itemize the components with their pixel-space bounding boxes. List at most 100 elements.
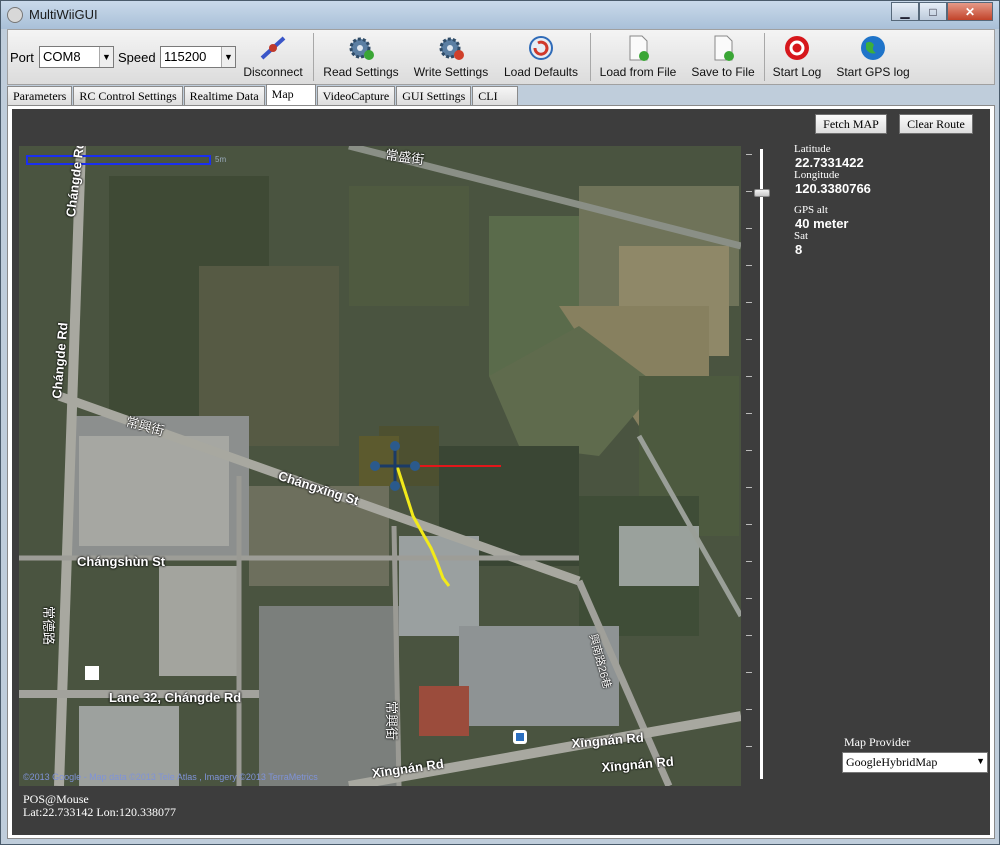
zoom-slider-tick bbox=[746, 487, 752, 488]
sat-label: Sat bbox=[794, 230, 809, 242]
start-gps-log-label: Start GPS log bbox=[836, 65, 910, 79]
zoom-slider-tick bbox=[746, 746, 752, 747]
road-label-changxing-cn-2: 常興街 bbox=[384, 701, 399, 741]
disconnect-plug-icon bbox=[260, 36, 286, 60]
mouse-position-readout: POS@Mouse Lat:22.733142 Lon:120.338077 bbox=[23, 793, 176, 819]
satellite-map[interactable]: 5m Chángde Rd Chángde Rd Chángxīng St 常興… bbox=[19, 146, 741, 786]
zoom-slider-tick bbox=[746, 265, 752, 266]
load-defaults-button[interactable]: Load Defaults bbox=[500, 32, 582, 84]
map-provider-select[interactable]: GoogleHybridMap ▼ bbox=[842, 752, 988, 773]
tab-parameters[interactable]: Parameters bbox=[7, 86, 73, 105]
save-to-file-label: Save to File bbox=[691, 65, 755, 79]
main-window: MultiWiiGUI ▁ □ ✕ Port COM8 ▼ Speed 1152… bbox=[0, 0, 1000, 845]
zoom-slider-tick bbox=[746, 413, 752, 414]
disconnect-button[interactable]: Disconnect bbox=[242, 32, 304, 84]
gear-upload-icon bbox=[439, 37, 464, 60]
chevron-down-icon: ▼ bbox=[99, 47, 113, 67]
mouse-position-value: Lat:22.733142 Lon:120.338077 bbox=[23, 805, 176, 819]
clear-route-button[interactable]: Clear Route bbox=[899, 114, 973, 134]
map-scale-bar bbox=[26, 155, 211, 165]
fetch-map-button[interactable]: Fetch MAP bbox=[815, 114, 887, 134]
tab-map[interactable]: Map bbox=[265, 84, 316, 105]
record-icon bbox=[785, 36, 809, 60]
toolbar-separator bbox=[590, 33, 591, 81]
port-value: COM8 bbox=[43, 49, 81, 64]
write-settings-button[interactable]: Write Settings bbox=[409, 32, 493, 84]
map-copyright: ©2013 Google - Map data ©2013 Tele Atlas… bbox=[23, 772, 318, 782]
zoom-slider-tick bbox=[746, 709, 752, 710]
zoom-slider-tick bbox=[746, 561, 752, 562]
zoom-slider-tick bbox=[746, 228, 752, 229]
map-view: Fetch MAP Clear Route 5m Chángde Rd Chán… bbox=[12, 109, 990, 835]
longitude-label: Longitude bbox=[794, 169, 840, 181]
globe-icon bbox=[861, 36, 885, 60]
zoom-slider-tick bbox=[746, 339, 752, 340]
read-settings-button[interactable]: Read Settings bbox=[320, 32, 402, 84]
minimize-button[interactable]: ▁ bbox=[891, 2, 919, 21]
close-button[interactable]: ✕ bbox=[947, 2, 993, 21]
minimize-icon: ▁ bbox=[900, 4, 910, 19]
zoom-slider-tick bbox=[746, 154, 752, 155]
latitude-value: 22.7331422 bbox=[795, 155, 864, 170]
refresh-icon bbox=[529, 36, 553, 60]
chevron-down-icon: ▼ bbox=[221, 47, 235, 67]
port-label: Port bbox=[10, 50, 34, 65]
start-gps-log-button[interactable]: Start GPS log bbox=[833, 32, 913, 84]
close-icon: ✕ bbox=[964, 4, 976, 19]
map-provider-value: GoogleHybridMap bbox=[846, 755, 938, 769]
load-defaults-label: Load Defaults bbox=[503, 65, 579, 79]
map-tab-panel: Fetch MAP Clear Route 5m Chángde Rd Chán… bbox=[7, 105, 995, 839]
file-save-icon bbox=[714, 35, 734, 61]
speed-value: 115200 bbox=[164, 49, 207, 64]
window-title: MultiWiiGUI bbox=[29, 7, 98, 22]
gps-alt-value: 40 meter bbox=[795, 216, 849, 231]
read-settings-label: Read Settings bbox=[323, 65, 399, 79]
zoom-slider-tick bbox=[746, 672, 752, 673]
file-open-icon bbox=[629, 35, 649, 61]
toolbar-separator bbox=[764, 33, 765, 81]
sat-value: 8 bbox=[795, 242, 803, 257]
tab-videocapture[interactable]: VideoCapture bbox=[316, 86, 396, 105]
tab-bar: Parameters RC Control Settings Realtime … bbox=[7, 84, 519, 105]
port-select[interactable]: COM8 ▼ bbox=[39, 46, 114, 68]
latitude-label: Latitude bbox=[794, 143, 831, 155]
toolbar-separator bbox=[313, 33, 314, 81]
zoom-slider-thumb[interactable] bbox=[754, 189, 770, 197]
map-provider-label: Map Provider bbox=[844, 735, 911, 749]
load-from-file-button[interactable]: Load from File bbox=[596, 32, 680, 84]
road-label-changshun: Chángshùn St bbox=[77, 554, 166, 569]
tab-realtime-data[interactable]: Realtime Data bbox=[183, 86, 265, 105]
gear-download-icon bbox=[349, 37, 374, 60]
speed-label: Speed bbox=[118, 50, 156, 65]
tab-rc-control-settings[interactable]: RC Control Settings bbox=[73, 86, 183, 105]
zoom-slider-tick bbox=[746, 191, 752, 192]
tab-cli[interactable]: CLI bbox=[472, 86, 519, 105]
start-log-button[interactable]: Start Log bbox=[769, 32, 825, 84]
tab-gui-settings[interactable]: GUI Settings bbox=[396, 86, 472, 105]
road-label-lane32: Lane 32, Chángde Rd bbox=[109, 690, 242, 705]
load-from-file-label: Load from File bbox=[599, 65, 677, 79]
chevron-down-icon: ▼ bbox=[976, 756, 985, 766]
save-to-file-button[interactable]: Save to File bbox=[687, 32, 759, 84]
zoom-slider-tick bbox=[746, 635, 752, 636]
road-label-changde-cn: 常德路 bbox=[41, 606, 56, 646]
longitude-value: 120.3380766 bbox=[795, 181, 871, 196]
app-icon bbox=[7, 7, 23, 23]
title-bar: MultiWiiGUI ▁ □ ✕ bbox=[1, 1, 999, 29]
maximize-icon: □ bbox=[929, 4, 937, 19]
write-settings-label: Write Settings bbox=[413, 65, 489, 79]
gps-alt-label: GPS alt bbox=[794, 204, 828, 216]
speed-select[interactable]: 115200 ▼ bbox=[160, 46, 236, 68]
zoom-slider-tick bbox=[746, 598, 752, 599]
zoom-slider-track[interactable] bbox=[760, 149, 763, 779]
zoom-slider-tick bbox=[746, 450, 752, 451]
window-controls: ▁ □ ✕ bbox=[891, 2, 993, 21]
zoom-slider-tick bbox=[746, 524, 752, 525]
map-scale-label: 5m bbox=[215, 155, 227, 164]
toolbar: Port COM8 ▼ Speed 115200 ▼ Disconnect Re… bbox=[7, 29, 995, 85]
zoom-slider-tick bbox=[746, 302, 752, 303]
maximize-button[interactable]: □ bbox=[919, 2, 947, 21]
disconnect-label: Disconnect bbox=[243, 65, 303, 79]
zoom-slider-tick bbox=[746, 376, 752, 377]
start-log-label: Start Log bbox=[772, 65, 822, 79]
